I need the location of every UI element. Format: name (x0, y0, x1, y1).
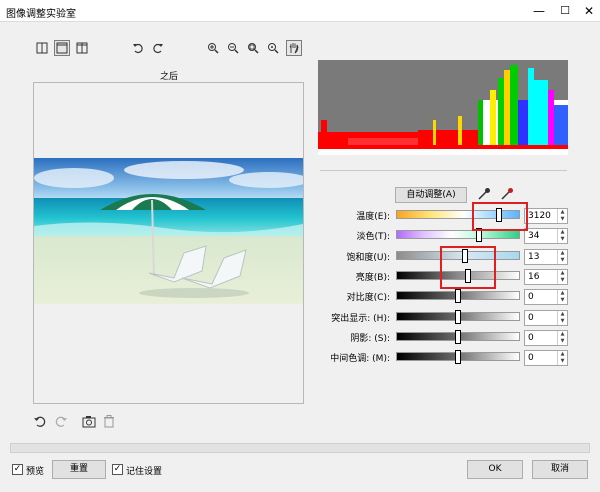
spinbox-value[interactable]: 0 (528, 353, 534, 363)
value-spinbox[interactable]: 0 ▲ ▼ (524, 330, 568, 346)
single-view-icon[interactable] (54, 40, 70, 56)
zoom-actual-icon[interactable] (265, 40, 281, 56)
undo-icon[interactable] (33, 415, 46, 431)
spinbox-value[interactable]: 0 (528, 333, 534, 343)
preview-label: 之后 (160, 72, 179, 82)
progress-bar (10, 443, 590, 453)
redo-icon[interactable] (55, 415, 68, 431)
value-spinbox[interactable]: 34 ▲ ▼ (524, 228, 568, 244)
minimize-button[interactable]: — (530, 2, 548, 20)
spinbox-arrows-icon[interactable]: ▲ ▼ (557, 331, 567, 345)
spinbox-arrows-icon[interactable]: ▲ ▼ (557, 311, 567, 325)
spinbox-arrows-icon[interactable]: ▲ ▼ (557, 270, 567, 284)
delete-icon[interactable] (103, 415, 115, 431)
slider-thumb[interactable] (455, 310, 461, 324)
slider-thumb[interactable] (455, 330, 461, 344)
value-spinbox[interactable]: 13 ▲ ▼ (524, 249, 568, 265)
value-spinbox[interactable]: 3120 ▲ ▼ (524, 208, 568, 224)
highlight-box-temperature (472, 202, 528, 231)
split-view-icon[interactable] (34, 40, 50, 56)
preview-checkbox-label: 预览 (26, 467, 45, 477)
rotate-left-icon[interactable] (130, 40, 146, 56)
preview-checkbox[interactable]: ✓ (12, 464, 23, 475)
value-spinbox[interactable]: 16 ▲ ▼ (524, 269, 568, 285)
slider-label: 温度(E): (356, 212, 390, 222)
remember-settings-checkbox[interactable]: ✓ (112, 464, 123, 475)
spinbox-value[interactable]: 3120 (528, 211, 551, 221)
cancel-button[interactable]: 取消 (532, 460, 588, 479)
spinbox-value[interactable]: 34 (528, 231, 539, 241)
spinbox-arrows-icon[interactable]: ▲ ▼ (557, 290, 567, 304)
zoom-out-icon[interactable] (225, 40, 241, 56)
auto-adjust-button[interactable]: 自动调整(A) (395, 187, 467, 203)
value-spinbox[interactable]: 0 ▲ ▼ (524, 289, 568, 305)
slider-thumb[interactable] (455, 350, 461, 364)
spinbox-value[interactable]: 13 (528, 252, 539, 262)
pan-hand-icon[interactable] (286, 40, 302, 56)
spinbox-value[interactable]: 0 (528, 313, 534, 323)
slider-thumb[interactable] (455, 289, 461, 303)
slider-label: 阴影: (S): (350, 334, 390, 344)
slider-label: 突出显示: (H): (331, 314, 390, 324)
histogram-chart (318, 60, 568, 155)
side-by-side-icon[interactable] (74, 40, 90, 56)
value-spinbox[interactable]: 0 ▲ ▼ (524, 310, 568, 326)
maximize-button[interactable]: ☐ (556, 2, 574, 20)
spinbox-arrows-icon[interactable]: ▲ ▼ (557, 229, 567, 243)
close-button[interactable]: ✕ (580, 2, 598, 20)
slider-label: 对比度(C): (346, 293, 390, 303)
ok-button[interactable]: OK (467, 460, 523, 479)
spinbox-value[interactable]: 0 (528, 292, 534, 302)
remember-settings-label: 记住设置 (126, 467, 163, 477)
zoom-in-icon[interactable] (205, 40, 221, 56)
snapshot-icon[interactable] (82, 415, 96, 431)
title-bar: 图像调整实验室 — ☐ ✕ (0, 0, 600, 22)
value-spinbox[interactable]: 0 ▲ ▼ (524, 350, 568, 366)
slider-label: 中间色调: (M): (330, 354, 390, 364)
zoom-fit-icon[interactable] (245, 40, 261, 56)
rotate-right-icon[interactable] (150, 40, 166, 56)
highlight-box-saturation-brightness (440, 246, 496, 289)
preview-panel[interactable] (33, 82, 304, 404)
slider-track[interactable] (396, 230, 520, 239)
window-title: 图像调整实验室 (6, 9, 76, 20)
reset-button[interactable]: 重置 (52, 460, 106, 479)
spinbox-arrows-icon[interactable]: ▲ ▼ (557, 209, 567, 223)
slider-label: 亮度(B): (355, 273, 390, 283)
divider (320, 170, 567, 171)
spinbox-arrows-icon[interactable]: ▲ ▼ (557, 351, 567, 365)
slider-label: 淡色(T): (356, 232, 390, 242)
beach-photo (34, 158, 303, 304)
slider-label: 饱和度(U): (346, 253, 390, 263)
spinbox-arrows-icon[interactable]: ▲ ▼ (557, 250, 567, 264)
spinbox-value[interactable]: 16 (528, 272, 539, 282)
